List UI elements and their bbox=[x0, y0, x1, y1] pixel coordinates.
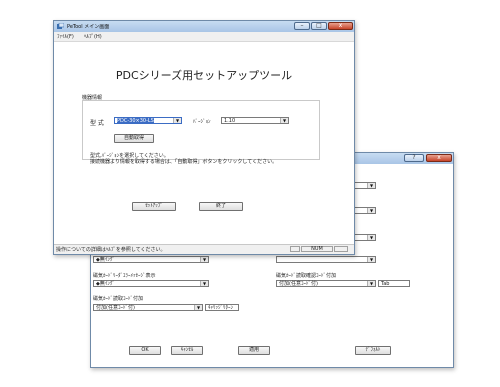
exit-button[interactable]: 終了 bbox=[199, 202, 243, 211]
settings-combo-l1[interactable]: ◆無ｲﾝｸﾞ ▼ bbox=[93, 256, 209, 263]
main-client-area: PDCシリーズ用セットアップツール 機器情報 型 式 PDC-30×30-LS … bbox=[54, 42, 354, 245]
cancel-button[interactable]: ｷｬﾝｾﾙ bbox=[171, 346, 203, 355]
main-window: PeTool メイン画面 – □ x ﾌｧｲﾙ(F) ﾍﾙﾌﾟ(H) PDCシリ… bbox=[53, 20, 355, 255]
menu-help[interactable]: ﾍﾙﾌﾟ(H) bbox=[84, 33, 102, 40]
chevron-down-icon: ▼ bbox=[200, 257, 208, 262]
settings-close-button[interactable]: x bbox=[426, 154, 452, 162]
card-confirm-label: 磁気ｶｰﾄﾞ読取確認ｺｰﾄﾞ付加 bbox=[276, 273, 337, 279]
card-read-select[interactable]: 付加(任意ｺｰﾄﾞ付) ▼ bbox=[93, 304, 203, 311]
version-select[interactable]: 1.10 ▼ bbox=[221, 117, 289, 124]
card-confirm-value: 付加(任意ｺｰﾄﾞ付) bbox=[279, 281, 318, 287]
card-confirm-code-value: Tab bbox=[381, 281, 390, 287]
settings-combo-r4[interactable]: ▼ bbox=[276, 256, 376, 263]
maximize-button[interactable]: □ bbox=[311, 22, 327, 30]
status-num-indicator: NUM bbox=[301, 246, 333, 252]
reader-error-select[interactable]: ◆無ｲﾝｸﾞ ▼ bbox=[93, 280, 209, 287]
app-icon bbox=[57, 23, 64, 29]
card-read-suffix-value: ｷｬﾘｯｼﾞﾘﾀｰﾝ bbox=[208, 305, 234, 311]
chevron-down-icon: ▼ bbox=[194, 305, 202, 310]
main-close-button[interactable]: x bbox=[328, 22, 353, 30]
reader-error-value: ◆無ｲﾝｸﾞ bbox=[96, 281, 115, 287]
default-button[interactable]: ﾃﾞﾌｫﾙﾄ bbox=[355, 346, 391, 355]
close-icon: x bbox=[437, 154, 441, 161]
version-label: ﾊﾞｰｼﾞｮﾝ bbox=[193, 119, 211, 125]
apply-button[interactable]: 適用 bbox=[238, 346, 270, 355]
minimize-button[interactable]: – bbox=[294, 22, 310, 30]
minimize-icon: – bbox=[300, 22, 304, 29]
main-window-title: PeTool メイン画面 bbox=[67, 24, 110, 30]
chevron-down-icon: ▼ bbox=[280, 118, 288, 123]
menu-bar: ﾌｧｲﾙ(F) ﾍﾙﾌﾟ(H) bbox=[54, 32, 354, 42]
reader-error-label: 磁気ｶｰﾄﾞﾘｰﾀﾞｴﾗｰﾒｯｾｰｼﾞ表示 bbox=[93, 273, 156, 279]
card-read-label: 磁気ｶｰﾄﾞ読取ｺｰﾄﾞ付加 bbox=[93, 296, 144, 302]
card-confirm-select[interactable]: 付加(任意ｺｰﾄﾞ付) ▼ bbox=[276, 280, 376, 287]
status-pane-caps bbox=[290, 246, 300, 252]
status-pane-scroll bbox=[334, 246, 348, 252]
page-title: PDCシリーズ用セットアップツール bbox=[115, 69, 293, 82]
chevron-down-icon: ▼ bbox=[367, 183, 375, 188]
chevron-down-icon: ▼ bbox=[367, 235, 375, 240]
instruction-line-2: 接続機器より情報を取得する場合は、「自動取得」ボタンをクリックしてください。 bbox=[90, 159, 278, 165]
help-icon: ? bbox=[412, 154, 416, 161]
chevron-down-icon: ▼ bbox=[367, 257, 375, 262]
card-read-suffix-field[interactable]: ｷｬﾘｯｼﾞﾘﾀｰﾝ bbox=[205, 304, 239, 311]
device-info-group bbox=[82, 100, 320, 160]
chevron-down-icon: ▼ bbox=[173, 118, 181, 123]
chevron-down-icon: ▼ bbox=[367, 281, 375, 286]
model-select-value: PDC-30×30-LS bbox=[117, 118, 154, 124]
main-title-bar[interactable]: PeTool メイン画面 – □ x bbox=[54, 21, 354, 32]
status-text: 操作についての詳細はﾍﾙﾌﾟを参照してください。 bbox=[56, 247, 166, 253]
status-bar: 操作についての詳細はﾍﾙﾌﾟを参照してください。 NUM bbox=[54, 244, 354, 254]
menu-file[interactable]: ﾌｧｲﾙ(F) bbox=[57, 33, 74, 40]
model-label: 型 式 bbox=[90, 120, 104, 127]
chevron-down-icon: ▼ bbox=[200, 281, 208, 286]
maximize-icon: □ bbox=[316, 22, 322, 29]
ok-button[interactable]: OK bbox=[129, 346, 161, 355]
setup-button[interactable]: ｾｯﾄｱｯﾌﾟ bbox=[132, 202, 176, 211]
close-icon: x bbox=[338, 22, 343, 29]
card-confirm-code-field[interactable]: Tab bbox=[378, 280, 410, 287]
version-select-value: 1.10 bbox=[224, 118, 236, 124]
help-button[interactable]: ? bbox=[404, 154, 424, 162]
model-select[interactable]: PDC-30×30-LS ▼ bbox=[114, 117, 182, 124]
card-read-value: 付加(任意ｺｰﾄﾞ付) bbox=[96, 305, 135, 311]
chevron-down-icon: ▼ bbox=[367, 208, 375, 213]
auto-detect-button[interactable]: 自動取得 bbox=[114, 134, 154, 143]
settings-combo-l1-value: ◆無ｲﾝｸﾞ bbox=[96, 257, 115, 263]
